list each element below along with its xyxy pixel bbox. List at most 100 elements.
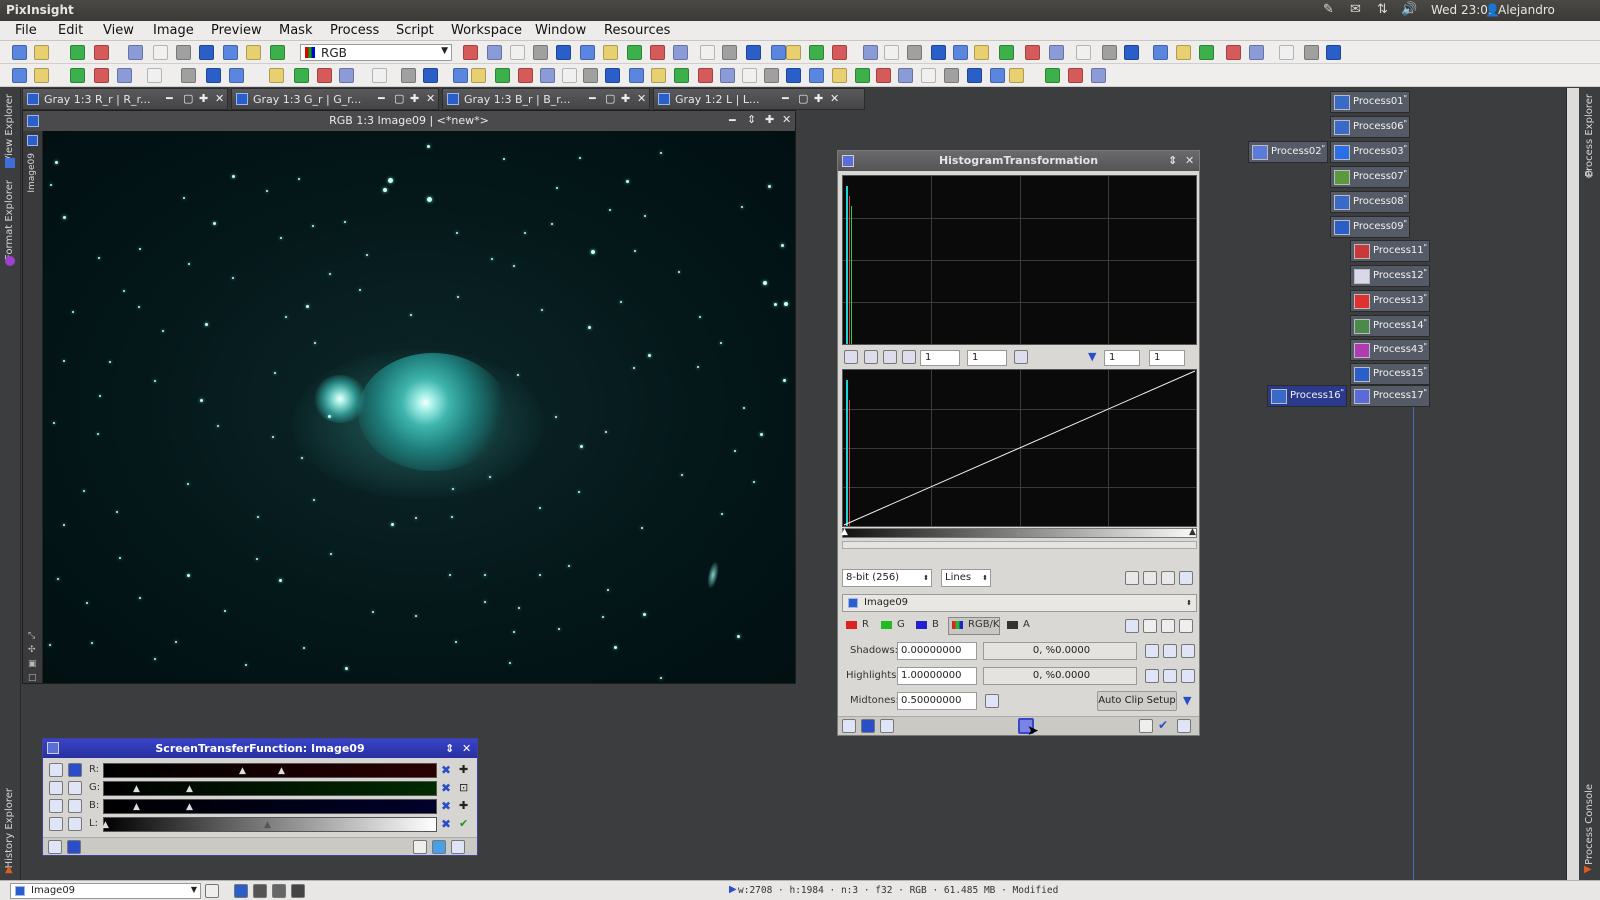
workspace-scrollbar[interactable]	[1567, 88, 1579, 880]
toolbar-tool-icon[interactable]	[580, 45, 595, 60]
process-icon-process03[interactable]: Process03 "	[1330, 141, 1410, 163]
toolbar-tool-icon[interactable]	[1025, 45, 1040, 60]
menu-view[interactable]: View	[103, 23, 134, 38]
histogram-icon[interactable]	[1145, 644, 1159, 658]
toolbar-tool-icon[interactable]	[700, 45, 715, 60]
process-icon-process09[interactable]: Process09 "	[1330, 216, 1410, 238]
shade-icon[interactable]: ⇕	[747, 113, 756, 126]
toolbar-tool-icon[interactable]	[487, 45, 502, 60]
pan-tool-icon[interactable]: ✣	[28, 645, 36, 655]
maximize-icon[interactable]: ▢	[605, 92, 615, 105]
reset-icon[interactable]: ✖	[441, 817, 451, 831]
toolbar-tool-icon[interactable]	[70, 68, 85, 83]
highlights-handle[interactable]: ▲	[1189, 527, 1196, 537]
toolbar-tool-icon[interactable]	[556, 45, 571, 60]
toolbar-tool-icon[interactable]	[317, 68, 332, 83]
stf-titlebar[interactable]: ScreenTransferFunction: Image09 ⇕ ✕	[43, 739, 477, 758]
apply-icon[interactable]	[67, 840, 81, 854]
apply-global-icon[interactable]	[861, 719, 875, 733]
process-icon-process08[interactable]: Process08 "	[1330, 191, 1410, 213]
channel-rgbk[interactable]: RGB/K	[968, 619, 999, 630]
toolbar-tool-icon[interactable]	[605, 68, 620, 83]
toolbar-tool-icon[interactable]	[339, 68, 354, 83]
toolbar-tool-icon[interactable]	[1199, 45, 1214, 60]
toolbar-tool-icon[interactable]	[898, 68, 913, 83]
curve-graph-icon[interactable]	[1161, 571, 1175, 585]
stf-slider-b[interactable]: ▲ ▲	[103, 799, 437, 814]
toolbar-tool-icon[interactable]	[1153, 45, 1168, 60]
toolbar-tool-icon[interactable]	[510, 45, 525, 60]
process-icon-process43[interactable]: Process43 "	[1350, 339, 1430, 361]
process-icon-menu[interactable]: "	[1403, 94, 1407, 103]
histogram-transformation-window[interactable]: HistogramTransformation ⇕ ✕ 1 1 ▼ 1 1 ▲ …	[837, 150, 1200, 739]
toolbar-tool-icon[interactable]	[153, 45, 168, 60]
toolbar-tool-icon[interactable]	[809, 68, 824, 83]
shade-icon[interactable]: ⇕	[1168, 151, 1177, 171]
toolbar-tool-icon[interactable]	[1326, 45, 1341, 60]
maximize-icon[interactable]: ▢	[394, 92, 404, 105]
side-tab-process-console[interactable]: Process Console	[1584, 784, 1595, 865]
menu-window[interactable]: Window	[535, 23, 586, 38]
image-tab-r[interactable]: Gray 1:3 R_r | R_r... ━ ▢ ✚ ✕	[22, 88, 228, 110]
stf-slider-l[interactable]: ▲ ▲	[102, 817, 437, 832]
toolbar-tool-icon[interactable]	[876, 68, 891, 83]
image-tab-b[interactable]: Gray 1:3 B_r | B_r... ━ ▢ ✚ ✕	[442, 88, 650, 110]
notes-icon[interactable]: ✎	[1323, 2, 1334, 17]
resolution-select[interactable]: 8-bit (256) ⬍	[842, 569, 932, 587]
input-zoom-y[interactable]: 1	[967, 350, 1007, 366]
toolbar-tool-icon[interactable]	[974, 45, 989, 60]
midtones-input[interactable]: 0.50000000	[897, 692, 977, 710]
toolbar-tool-icon[interactable]	[117, 68, 132, 83]
process-icon-process01[interactable]: Process01 "	[1330, 91, 1410, 113]
log-graph-icon[interactable]	[1125, 571, 1139, 585]
toolbar-tool-icon[interactable]	[809, 45, 824, 60]
process-icon-menu[interactable]: "	[1423, 243, 1427, 252]
add-icon[interactable]: ✚	[459, 799, 468, 812]
document-icon[interactable]	[205, 884, 219, 898]
toolbar-tool-icon[interactable]	[832, 45, 847, 60]
histogram-icon[interactable]	[1145, 669, 1159, 683]
track-view-icon[interactable]	[432, 840, 446, 854]
histogram-icon[interactable]	[1163, 644, 1177, 658]
image-tab-l[interactable]: Gray 1:2 L | L... ━ ▢ ✚ ✕	[653, 88, 865, 110]
menu-script[interactable]: Script	[396, 23, 434, 38]
toolbar-tool-icon[interactable]	[229, 68, 244, 83]
toolbar-tool-icon[interactable]	[147, 68, 162, 83]
user-name[interactable]: Alejandro	[1498, 3, 1555, 17]
stf-slider-g[interactable]: ▲ ▲	[103, 781, 437, 796]
toolbar-tool-icon[interactable]	[401, 68, 416, 83]
menu-workspace[interactable]: Workspace	[451, 23, 522, 38]
shadows-handle[interactable]: ▲	[841, 527, 848, 537]
reset-icon[interactable]	[451, 840, 465, 854]
center-icon[interactable]: ⊡	[459, 781, 468, 794]
toolbar-tool-icon[interactable]	[786, 68, 801, 83]
channel-a[interactable]: A	[1023, 619, 1030, 630]
process-icon-process14[interactable]: Process14 "	[1350, 315, 1430, 337]
slider-handle[interactable]: ▲	[133, 802, 140, 812]
toolbar-tool-icon[interactable]	[650, 45, 665, 60]
process-icon-menu[interactable]: "	[1340, 388, 1344, 397]
toolbar-tool-icon[interactable]	[562, 68, 577, 83]
toolbar-tool-icon[interactable]	[786, 45, 801, 60]
toolbar-tool-icon[interactable]	[698, 68, 713, 83]
toolbar-tool-icon[interactable]	[206, 68, 221, 83]
pan-icon[interactable]	[902, 350, 916, 364]
reset-zoom-icon[interactable]	[1014, 350, 1028, 364]
midtones-handle[interactable]: ▲	[1015, 527, 1022, 537]
close-icon[interactable]: ✕	[1185, 151, 1194, 171]
volume-icon[interactable]: 🔊	[1401, 2, 1417, 17]
minimize-icon[interactable]: ━	[378, 92, 385, 105]
toolbar-tool-icon[interactable]	[176, 45, 191, 60]
toolbar-tool-icon[interactable]	[246, 45, 261, 60]
toolbar-tool-icon[interactable]	[533, 45, 548, 60]
process-icon-process16[interactable]: Process16 "	[1267, 385, 1347, 407]
toolbar-tool-icon[interactable]	[223, 45, 238, 60]
toolbar-tool-icon[interactable]	[999, 45, 1014, 60]
channel-select[interactable]: RGB ▼	[300, 44, 452, 61]
process-icon-process12[interactable]: Process12 "	[1350, 265, 1430, 287]
output-zoom-y[interactable]: 1	[1149, 350, 1185, 366]
process-icon-menu[interactable]: "	[1403, 194, 1407, 203]
process-icon-process17[interactable]: Process17 "	[1350, 385, 1430, 407]
toolbar-tool-icon[interactable]	[720, 68, 735, 83]
toolbar-tool-icon[interactable]	[953, 45, 968, 60]
